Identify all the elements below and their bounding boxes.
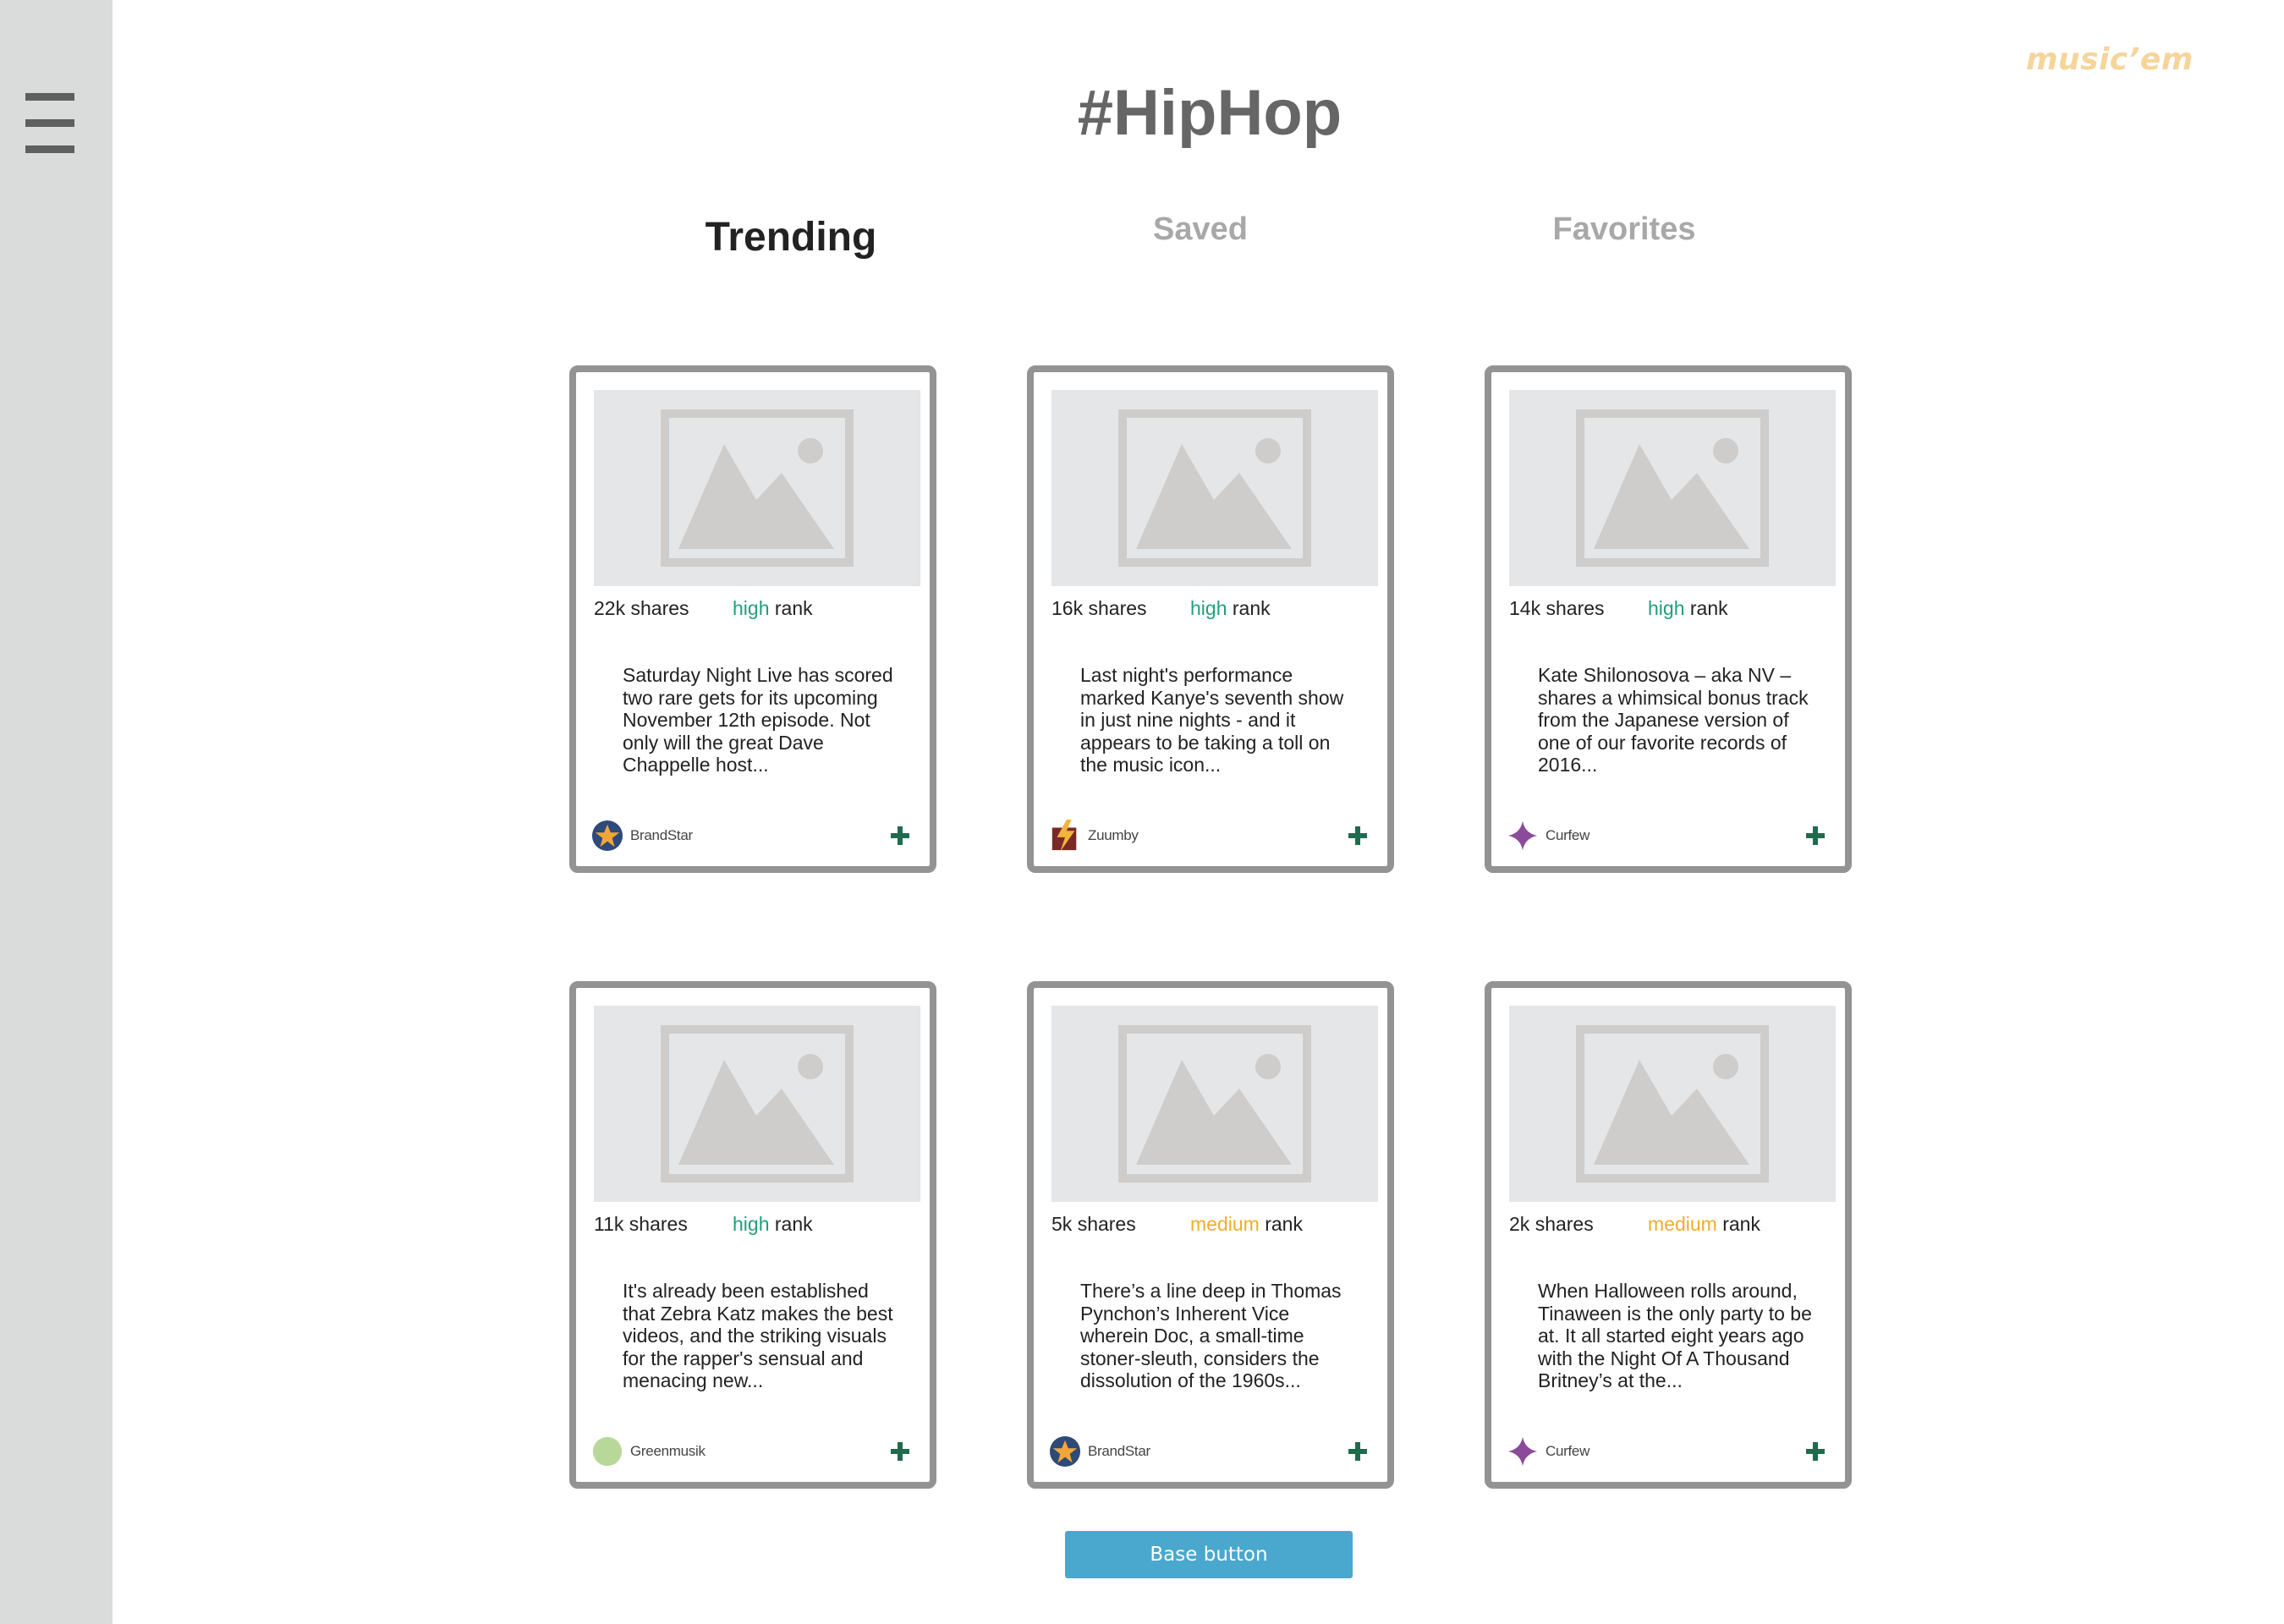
shares-label: shares bbox=[629, 1213, 688, 1235]
image-placeholder-icon bbox=[661, 1025, 854, 1182]
rank-label: rank bbox=[1722, 1213, 1760, 1235]
rank-badge: high rank bbox=[733, 1213, 813, 1236]
source-name: BrandStar bbox=[630, 827, 693, 843]
article-excerpt: It's already been established that Zebra… bbox=[623, 1280, 893, 1391]
shares-label: shares bbox=[1546, 597, 1605, 619]
source-info[interactable]: Zuumby bbox=[1049, 819, 1139, 853]
article-stats: 2k shares medium rank bbox=[1509, 1213, 1839, 1238]
add-icon[interactable] bbox=[1347, 1440, 1369, 1462]
tab-saved[interactable]: Saved bbox=[1031, 211, 1370, 248]
image-placeholder-icon bbox=[1576, 1025, 1769, 1182]
source-info[interactable]: BrandStar bbox=[1049, 1435, 1150, 1468]
add-icon[interactable] bbox=[1804, 1440, 1826, 1462]
green-circle-icon bbox=[591, 1435, 623, 1468]
tab-favorites[interactable]: Favorites bbox=[1455, 211, 1793, 248]
rank-badge: high rank bbox=[1648, 597, 1728, 620]
base-button[interactable]: Base button bbox=[1065, 1531, 1353, 1578]
article-card[interactable]: 5k shares medium rank There’s a line deep … bbox=[1027, 981, 1394, 1489]
source-info[interactable]: Curfew bbox=[1507, 819, 1589, 853]
article-stats: 14k shares high rank bbox=[1509, 597, 1839, 623]
add-icon[interactable] bbox=[889, 1440, 911, 1462]
rank-badge: high rank bbox=[1190, 597, 1271, 620]
image-placeholder-icon bbox=[1118, 409, 1311, 567]
rank-label: rank bbox=[1265, 1213, 1303, 1235]
article-image[interactable] bbox=[1509, 1006, 1836, 1202]
article-stats: 5k shares medium rank bbox=[1051, 1213, 1381, 1238]
shares-value: 5k bbox=[1051, 1213, 1073, 1235]
shares-value: 16k bbox=[1051, 597, 1084, 619]
shares-count: 2k shares bbox=[1509, 1213, 1594, 1236]
add-icon[interactable] bbox=[1804, 825, 1826, 847]
image-placeholder-icon bbox=[1576, 409, 1769, 567]
shares-value: 14k bbox=[1509, 597, 1541, 619]
shares-count: 14k shares bbox=[1509, 597, 1605, 620]
source-name: Greenmusik bbox=[630, 1443, 706, 1459]
star-circle-icon bbox=[591, 820, 623, 852]
rank-badge: high rank bbox=[733, 597, 813, 620]
article-image[interactable] bbox=[1509, 390, 1836, 586]
tab-trending[interactable]: Trending bbox=[622, 214, 960, 261]
star-circle-icon bbox=[1049, 1435, 1081, 1468]
shares-count: 11k shares bbox=[594, 1213, 688, 1236]
image-placeholder-icon bbox=[661, 409, 854, 567]
article-stats: 16k shares high rank bbox=[1051, 597, 1381, 623]
article-excerpt: There’s a line deep in Thomas Pynchon’s … bbox=[1080, 1280, 1342, 1391]
shares-label: shares bbox=[1088, 597, 1147, 619]
source-name: Zuumby bbox=[1088, 827, 1139, 843]
source-info[interactable]: Curfew bbox=[1507, 1435, 1589, 1468]
hamburger-icon[interactable] bbox=[25, 93, 74, 154]
shares-value: 22k bbox=[594, 597, 626, 619]
article-image[interactable] bbox=[1051, 1006, 1378, 1202]
rank-badge: medium rank bbox=[1190, 1213, 1303, 1236]
article-card[interactable]: 2k shares medium rank When Halloween rolls… bbox=[1485, 981, 1852, 1489]
brand-logo[interactable]: music’em bbox=[2026, 42, 2195, 77]
source-info[interactable]: BrandStar bbox=[591, 819, 693, 853]
article-stats: 22k shares high rank bbox=[594, 597, 924, 623]
article-excerpt: Kate Shilonosova – aka NV – shares a whi… bbox=[1538, 664, 1809, 776]
rank-level: high bbox=[1190, 597, 1227, 619]
four-point-star-icon bbox=[1507, 1435, 1539, 1468]
article-excerpt: Saturday Night Live has scored two rare … bbox=[623, 664, 893, 776]
source-name: Curfew bbox=[1546, 1443, 1590, 1459]
rank-label: rank bbox=[774, 1213, 813, 1235]
shares-value: 2k bbox=[1509, 1213, 1530, 1235]
article-card[interactable]: 16k shares high rank Last night's performa… bbox=[1027, 365, 1394, 873]
rank-level: high bbox=[1648, 597, 1685, 619]
source-name: BrandStar bbox=[1088, 1443, 1150, 1459]
shares-value: 11k bbox=[594, 1213, 624, 1235]
shares-count: 22k shares bbox=[594, 597, 689, 620]
image-placeholder-icon bbox=[1118, 1025, 1311, 1182]
article-excerpt: Last night's performance marked Kanye's … bbox=[1080, 664, 1344, 776]
shares-label: shares bbox=[1535, 1213, 1594, 1235]
article-image[interactable] bbox=[1051, 390, 1378, 586]
bolt-square-icon bbox=[1049, 820, 1081, 852]
shares-label: shares bbox=[630, 597, 689, 619]
rank-label: rank bbox=[774, 597, 813, 619]
source-name: Curfew bbox=[1546, 827, 1590, 843]
article-stats: 11k shares high rank bbox=[594, 1213, 924, 1238]
shares-count: 5k shares bbox=[1051, 1213, 1136, 1236]
rank-level: medium bbox=[1190, 1213, 1260, 1235]
rank-label: rank bbox=[1689, 597, 1728, 619]
sidebar bbox=[0, 0, 113, 1624]
rank-level: high bbox=[733, 597, 770, 619]
shares-count: 16k shares bbox=[1051, 597, 1147, 620]
rank-level: medium bbox=[1648, 1213, 1717, 1235]
rank-label: rank bbox=[1232, 597, 1271, 619]
rank-badge: medium rank bbox=[1648, 1213, 1760, 1236]
article-card[interactable]: 11k shares high rank It's already been est… bbox=[569, 981, 936, 1489]
rank-level: high bbox=[733, 1213, 770, 1235]
article-excerpt: When Halloween rolls around, Tinaween is… bbox=[1538, 1280, 1812, 1391]
page-title: #HipHop bbox=[1077, 77, 1342, 149]
add-icon[interactable] bbox=[1347, 825, 1369, 847]
article-image[interactable] bbox=[594, 1006, 920, 1202]
source-info[interactable]: Greenmusik bbox=[591, 1435, 706, 1468]
article-card[interactable]: 14k shares high rank Kate Shilonosova – ak… bbox=[1485, 365, 1852, 873]
add-icon[interactable] bbox=[889, 825, 911, 847]
four-point-star-icon bbox=[1507, 820, 1539, 852]
article-image[interactable] bbox=[594, 390, 920, 586]
shares-label: shares bbox=[1077, 1213, 1136, 1235]
article-card[interactable]: 22k shares high rank Saturday Night Live h… bbox=[569, 365, 936, 873]
